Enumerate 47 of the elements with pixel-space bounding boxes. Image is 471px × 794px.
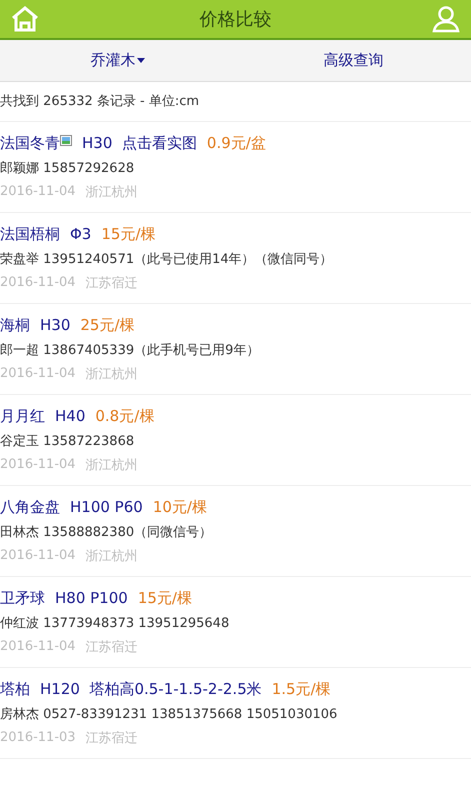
plant-spec[interactable]: Φ3 <box>70 225 92 243</box>
price: 25元/棵 <box>80 316 135 334</box>
seller-contact: 仲红波 13773948373 13951295648 <box>0 614 230 632</box>
post-date: 2016-11-04 <box>0 548 76 563</box>
post-date: 2016-11-04 <box>0 366 76 381</box>
plant-spec[interactable]: H30 <box>40 316 70 334</box>
page-title: 价格比较 <box>200 8 272 31</box>
plant-spec[interactable]: H100 P60 <box>70 498 143 516</box>
seller-contact: 房林杰 0527-83391231 13851375668 15051030106 <box>0 706 338 722</box>
search-tab[interactable]: 高级查询 <box>236 40 471 81</box>
location: 江苏宿迁 <box>86 274 138 292</box>
seller-contact: 荣盘举 13951240571（此号已使用14年）（微信同号） <box>0 250 333 268</box>
plant-spec[interactable]: H120 塔柏高0.5-1-1.5-2-2.5米 <box>40 680 262 698</box>
plant-name[interactable]: 卫矛球 <box>0 588 45 608</box>
price: 15元/棵 <box>138 588 192 608</box>
caret-icon <box>137 58 146 63</box>
location: 浙江杭州 <box>86 456 138 474</box>
plant-name[interactable]: 法国梧桐 <box>0 224 60 244</box>
location: 浙江杭州 <box>86 184 138 200</box>
post-date: 2016-11-03 <box>0 730 76 745</box>
price: 10元/棵 <box>152 498 207 516</box>
plant-name[interactable]: 海桐 <box>0 316 30 334</box>
plant-name[interactable]: 塔柏 <box>0 680 30 698</box>
seller-contact: 谷定玉 13587223868 <box>0 432 134 450</box>
location: 江苏宿迁 <box>86 638 138 656</box>
plant-name[interactable]: 月月红 <box>0 406 45 426</box>
plant-name[interactable]: 法国冬青 <box>0 134 60 152</box>
seller-contact: 田林杰 13588882380（同微信号） <box>0 524 212 540</box>
price: 0.8元/棵 <box>95 406 154 426</box>
plant-spec[interactable]: H40 <box>55 407 86 425</box>
location: 江苏宿迁 <box>86 730 138 746</box>
price: 1.5元/棵 <box>272 680 331 698</box>
price: 0.9元/盆 <box>206 134 266 152</box>
location: 浙江杭州 <box>86 548 138 564</box>
plant-name[interactable]: 八角金盘 <box>0 498 60 516</box>
post-date: 2016-11-04 <box>0 184 76 199</box>
post-date: 2016-11-04 <box>0 457 76 472</box>
category-dropdown[interactable]: 乔灌木 <box>0 40 236 81</box>
post-date: 2016-11-04 <box>0 639 76 654</box>
plant-spec[interactable]: H80 P100 <box>55 589 128 607</box>
plant-spec[interactable]: H30 点击看实图 <box>82 134 197 152</box>
post-date: 2016-11-04 <box>0 275 76 290</box>
price: 15元/棵 <box>101 224 156 244</box>
seller-contact: 郎颖娜 15857292628 <box>0 160 134 176</box>
seller-contact: 郎一超 13867405339（此手机号已用9年） <box>0 342 260 358</box>
result-count: 共找到 265332 条记录 - 单位:cm <box>0 82 471 122</box>
location: 浙江杭州 <box>86 366 138 382</box>
